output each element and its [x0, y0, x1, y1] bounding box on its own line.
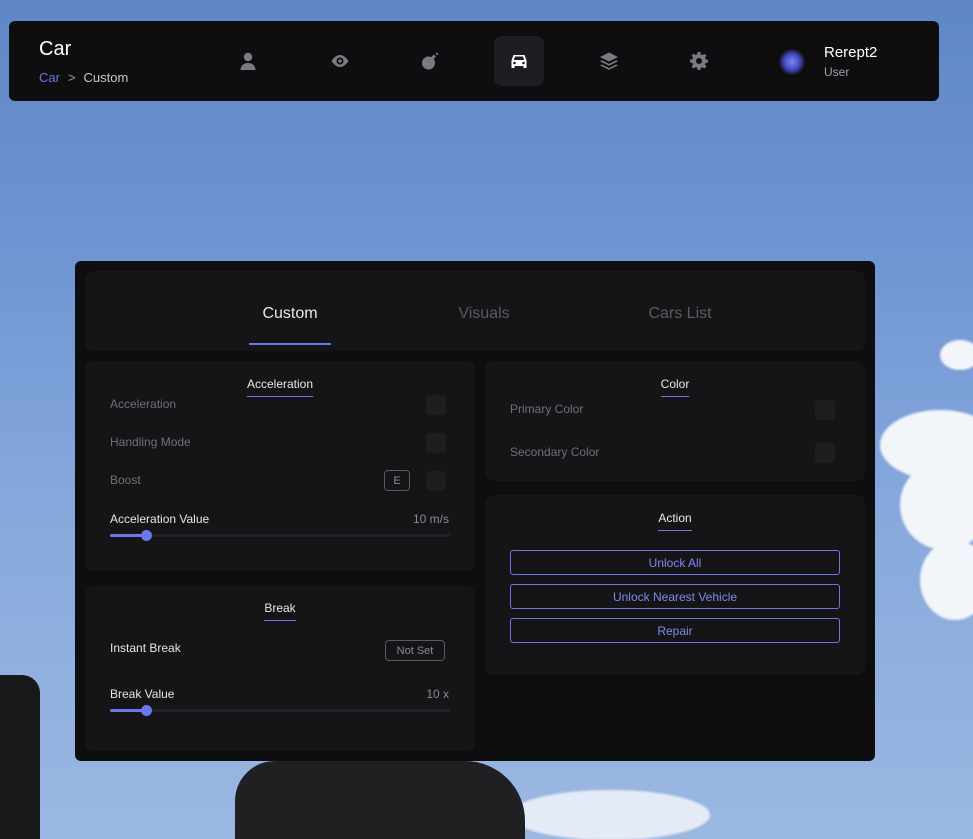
nav-visibility[interactable] — [315, 36, 365, 86]
nav-settings[interactable] — [674, 36, 724, 86]
acceleration-section: Acceleration Acceleration Handling Mode … — [85, 361, 475, 571]
cloud — [510, 790, 710, 839]
section-title: Acceleration — [85, 377, 475, 397]
user-icon — [240, 52, 256, 70]
slider-thumb[interactable] — [141, 530, 153, 541]
avatar — [779, 49, 805, 75]
user-name: Rerept2 — [824, 44, 878, 61]
eye-icon — [331, 55, 349, 67]
color-section: Color Primary Color Secondary Color — [485, 361, 865, 481]
boost-keybind-button[interactable]: E — [384, 470, 410, 491]
breadcrumb: Car > Custom — [39, 70, 128, 85]
secondary-color-label: Secondary Color — [510, 445, 600, 459]
acceleration-value-readout: 10 m/s — [412, 512, 449, 526]
primary-color-checkbox[interactable] — [815, 400, 835, 420]
acceleration-value-label: Acceleration Value — [110, 512, 210, 526]
nav-weapons[interactable] — [405, 36, 455, 86]
acceleration-label: Acceleration — [110, 397, 177, 411]
unlock-all-button[interactable]: Unlock All — [510, 550, 840, 575]
boost-checkbox[interactable] — [426, 471, 446, 491]
breadcrumb-current: Custom — [83, 70, 129, 85]
tab-cars-list[interactable]: Cars List — [620, 305, 740, 323]
car-icon — [511, 55, 527, 68]
break-value-readout: 10 x — [426, 687, 449, 701]
tab-bar: Custom Visuals Cars List — [85, 271, 865, 351]
break-value-label: Break Value — [110, 687, 175, 701]
repair-button[interactable]: Repair — [510, 618, 840, 643]
instant-break-keybind-button[interactable]: Not Set — [385, 640, 445, 661]
main-panel: Custom Visuals Cars List Acceleration Ac… — [75, 261, 875, 761]
handling-mode-checkbox[interactable] — [426, 433, 446, 453]
primary-color-label: Primary Color — [510, 402, 584, 416]
boost-label: Boost — [110, 473, 141, 487]
tab-custom[interactable]: Custom — [249, 305, 331, 323]
secondary-color-checkbox[interactable] — [815, 443, 835, 463]
handling-mode-label: Handling Mode — [110, 435, 191, 449]
page-title: Car — [39, 38, 72, 60]
active-tab-indicator — [249, 343, 331, 345]
action-section: Action Unlock All Unlock Nearest Vehicle… — [485, 495, 865, 675]
nav-user[interactable] — [223, 36, 273, 86]
break-section: Break Instant Break Not Set Break Value … — [85, 586, 475, 751]
slider-thumb[interactable] — [141, 705, 153, 716]
acceleration-slider[interactable] — [110, 530, 450, 541]
user-role: User — [824, 65, 850, 79]
instant-break-label: Instant Break — [110, 641, 181, 655]
acceleration-checkbox[interactable] — [426, 395, 446, 415]
section-title: Color — [485, 377, 865, 397]
nav-car[interactable] — [494, 36, 544, 86]
cloud — [920, 540, 973, 620]
section-title: Break — [85, 601, 475, 621]
scenery-figure — [235, 761, 525, 839]
cloud — [900, 460, 973, 550]
cloud — [940, 340, 973, 370]
section-title: Action — [485, 511, 865, 531]
layers-icon — [600, 52, 618, 70]
breadcrumb-root[interactable]: Car — [39, 70, 60, 85]
nav-layers[interactable] — [584, 36, 634, 86]
bomb-icon — [422, 52, 439, 70]
break-slider[interactable] — [110, 705, 450, 716]
top-bar: Car Car > Custom Rerept2 User — [9, 21, 939, 101]
tab-visuals[interactable]: Visuals — [429, 305, 539, 323]
scenery-object — [0, 675, 40, 839]
gear-icon — [690, 52, 708, 70]
breadcrumb-separator: > — [67, 70, 76, 85]
unlock-nearest-vehicle-button[interactable]: Unlock Nearest Vehicle — [510, 584, 840, 609]
